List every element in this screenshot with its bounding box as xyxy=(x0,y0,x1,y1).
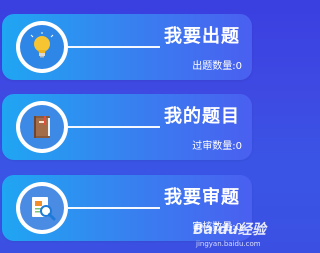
menu-item-my-questions[interactable]: 我的题目 过审数量:0 xyxy=(2,94,252,160)
divider-line xyxy=(68,46,160,48)
icon-circle xyxy=(16,21,68,73)
menu-item-title: 我要出题 xyxy=(164,26,240,47)
watermark-brand: Baidu经验 xyxy=(193,222,266,238)
menu-item-count: 出题数量:0 xyxy=(192,61,242,72)
notebook-icon xyxy=(20,105,64,149)
icon-circle xyxy=(16,101,68,153)
menu-item-title: 我的题目 xyxy=(164,106,240,127)
icon-circle xyxy=(16,182,68,234)
menu-item-count: 过审数量:0 xyxy=(192,141,242,152)
lightbulb-icon xyxy=(20,25,64,69)
watermark-url: jingyan.baidu.com xyxy=(196,240,261,248)
divider-line xyxy=(68,207,160,209)
divider-line xyxy=(68,126,160,128)
menu-item-create-question[interactable]: 我要出题 出题数量:0 xyxy=(2,14,252,80)
menu-item-title: 我要审题 xyxy=(164,187,240,208)
document-search-icon xyxy=(20,186,64,230)
